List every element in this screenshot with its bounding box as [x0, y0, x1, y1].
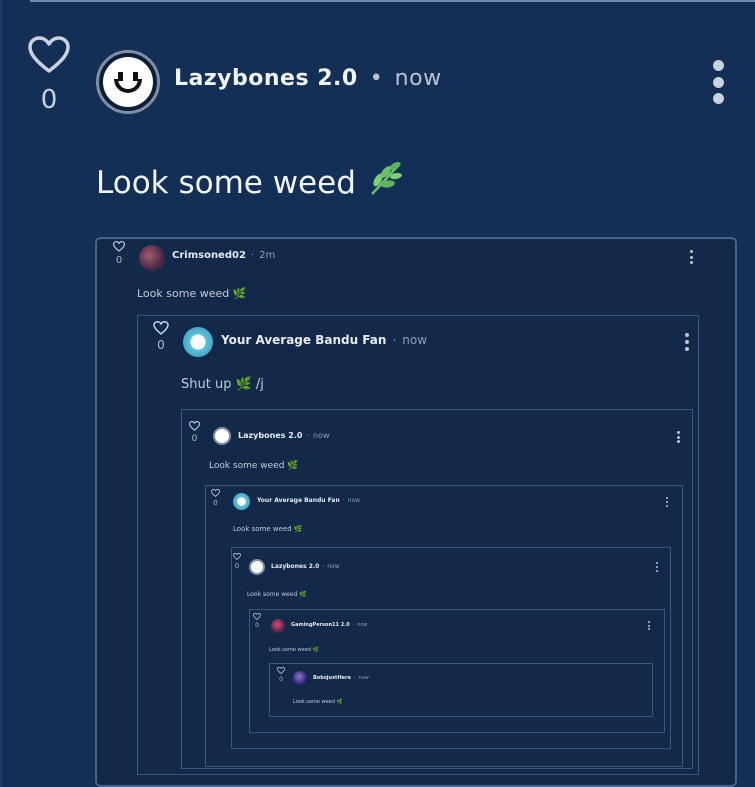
comment-screen: 0 Lazybones 2.0 • now Look some weed 0 C…	[0, 0, 755, 787]
mini-header: GamingPerson11 2.0 · now	[291, 622, 368, 628]
mini-header: Lazybones 2.0 · now	[238, 431, 330, 440]
more-options-icon	[665, 497, 668, 507]
post-header: Lazybones 2.0 • now	[174, 66, 442, 91]
post-text: Look some weed	[96, 160, 406, 206]
like-count: 0	[40, 85, 58, 115]
more-options-icon	[655, 562, 658, 572]
reply-text: Look some weed 🌿	[209, 461, 299, 471]
avatar	[213, 427, 231, 445]
username: Lazybones 2.0	[238, 431, 303, 440]
timestamp: now	[402, 333, 428, 347]
username: Your Average Bandu Fan	[257, 497, 340, 504]
reply-text: Look some weed 🌿	[269, 647, 319, 653]
more-options-icon	[677, 431, 680, 443]
heart-icon	[188, 421, 201, 434]
avatar	[139, 245, 165, 271]
timestamp: 2m	[259, 250, 276, 261]
more-options-icon	[689, 250, 693, 264]
reply-text: Look some weed 🌿	[293, 699, 343, 705]
avatar	[249, 559, 265, 575]
nested-reply-7	[269, 663, 653, 717]
mini-like-4: 0	[211, 488, 220, 507]
left-edge	[0, 0, 2, 787]
separator: ·	[353, 675, 356, 681]
separator: ·	[322, 563, 325, 570]
timestamp: now	[358, 675, 369, 681]
separator: ·	[352, 622, 355, 628]
more-options-icon[interactable]	[710, 60, 726, 104]
like-count: 0	[255, 622, 259, 629]
timestamp: now	[394, 66, 442, 91]
like-count: 0	[234, 562, 240, 570]
mini-header: Crimsoned02 · 2m	[172, 250, 275, 261]
post-text-content: Look some weed	[96, 165, 356, 201]
mini-header: Your Average Bandu Fan · now	[221, 333, 427, 347]
mini-header: Your Average Bandu Fan · now	[257, 497, 360, 504]
mini-like-7: 0	[277, 666, 285, 683]
mini-like-2: 0	[153, 320, 169, 352]
top-divider	[30, 0, 755, 2]
heart-icon[interactable]	[26, 36, 72, 74]
mini-header: BobsjustHere · now	[313, 675, 369, 681]
heart-icon	[153, 320, 169, 338]
heart-icon	[277, 666, 285, 676]
mini-like-1: 0	[112, 241, 126, 266]
username: Your Average Bandu Fan	[221, 333, 387, 347]
like-count: 0	[115, 255, 123, 266]
mini-like-5: 0	[233, 552, 241, 570]
username: Crimsoned02	[172, 250, 246, 261]
heart-icon	[211, 488, 220, 499]
avatar[interactable]	[96, 50, 160, 114]
avatar	[293, 671, 307, 685]
separator: ·	[250, 250, 255, 261]
username[interactable]: Lazybones 2.0	[174, 66, 358, 91]
heart-icon	[112, 241, 126, 255]
smiley-face-icon	[103, 57, 153, 107]
separator: ·	[306, 431, 309, 440]
username: GamingPerson11 2.0	[291, 622, 350, 628]
herb-emoji-icon	[366, 160, 406, 206]
separator-dot: •	[369, 66, 383, 91]
more-options-icon	[684, 333, 689, 351]
heart-icon	[233, 552, 241, 562]
embedded-screenshot[interactable]: 0 Crimsoned02 · 2m Look some weed 🌿 0 Yo…	[95, 237, 737, 787]
mini-like-3: 0	[188, 421, 201, 444]
timestamp: now	[357, 622, 368, 628]
mini-header: Lazybones 2.0 · now	[271, 563, 340, 570]
reply-text: Look some weed 🌿	[233, 525, 303, 533]
username: BobsjustHere	[313, 675, 351, 681]
like-count: 0	[279, 676, 283, 683]
separator: ·	[342, 497, 345, 504]
avatar	[233, 493, 250, 510]
avatar	[183, 327, 213, 357]
reply-text: Shut up 🌿 /j	[181, 377, 264, 392]
username: Lazybones 2.0	[271, 563, 320, 570]
avatar	[271, 619, 285, 633]
like-count: 0	[157, 338, 165, 352]
mini-like-6: 0	[253, 612, 261, 629]
timestamp: now	[347, 497, 361, 504]
reply-text: Look some weed 🌿	[247, 591, 307, 598]
reply-text: Look some weed 🌿	[137, 287, 247, 300]
like-column: 0	[26, 36, 72, 114]
like-count: 0	[191, 434, 198, 444]
separator: ·	[392, 333, 397, 347]
like-count: 0	[213, 499, 218, 507]
more-options-icon	[647, 621, 650, 630]
timestamp: now	[327, 563, 340, 570]
timestamp: now	[312, 431, 330, 440]
heart-icon	[253, 612, 261, 622]
